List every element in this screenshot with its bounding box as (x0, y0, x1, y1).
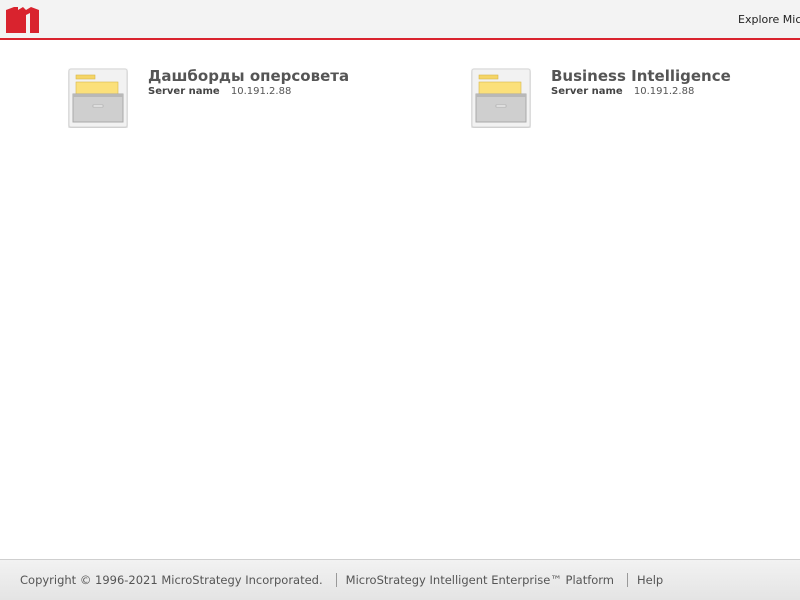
explore-link[interactable]: Explore Micro (738, 13, 800, 26)
project-title[interactable]: Business Intelligence (551, 67, 731, 85)
folder-drawer-icon[interactable] (68, 68, 128, 128)
folder-drawer-icon[interactable] (471, 68, 531, 128)
project-title[interactable]: Дашборды оперсовета (148, 67, 349, 85)
server-name-label: Server name (551, 86, 623, 97)
help-link[interactable]: Help (637, 573, 663, 587)
footer-divider (627, 573, 629, 587)
project-tile[interactable]: Business Intelligence Server name 10.191… (471, 66, 800, 130)
copyright-text: Copyright © 1996-2021 MicroStrategy Inco… (20, 573, 323, 587)
project-server: Server name 10.191.2.88 (148, 86, 291, 97)
top-bar: Explore Micro (0, 0, 800, 40)
microstrategy-logo-icon[interactable] (6, 7, 39, 33)
server-name-value: 10.191.2.88 (230, 86, 292, 97)
footer-divider (335, 573, 337, 587)
footer: Copyright © 1996-2021 MicroStrategy Inco… (0, 559, 800, 600)
footer-items: Copyright © 1996-2021 MicroStrategy Inco… (20, 573, 663, 587)
server-name-label: Server name (148, 86, 220, 97)
platform-link[interactable]: MicroStrategy Intelligent Enterprise™ Pl… (346, 573, 614, 587)
project-server: Server name 10.191.2.88 (551, 86, 694, 97)
server-name-value: 10.191.2.88 (633, 86, 695, 97)
project-tile[interactable]: Дашборды оперсовета Server name 10.191.2… (68, 66, 408, 130)
